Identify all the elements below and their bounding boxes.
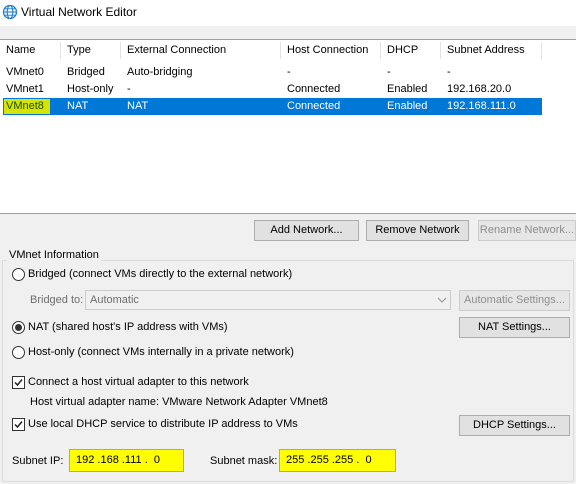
cell-name: VMnet8 bbox=[6, 100, 44, 112]
automatic-settings-button[interactable]: Automatic Settings... bbox=[459, 290, 570, 311]
cell-host: - bbox=[287, 66, 291, 78]
host-only-label: Host-only (connect VMs internally in a p… bbox=[28, 346, 294, 358]
network-globe-icon bbox=[2, 4, 18, 20]
subnet-ip-label: Subnet IP: bbox=[12, 455, 64, 467]
adapter-name-label: Host virtual adapter name: VMware Networ… bbox=[30, 396, 328, 408]
nat-settings-button[interactable]: NAT Settings... bbox=[459, 317, 570, 338]
cell-dhcp: Enabled bbox=[387, 83, 428, 95]
column-header-subnet-address[interactable]: Subnet Address bbox=[441, 40, 541, 61]
bridged-to-label: Bridged to: bbox=[30, 294, 84, 306]
subnet-mask-field[interactable]: 255 .255 .255 . 0 bbox=[279, 449, 396, 472]
rename-network-button[interactable]: Rename Network... bbox=[478, 220, 576, 241]
checkmark-icon bbox=[14, 421, 23, 429]
add-network-button[interactable]: Add Network... bbox=[254, 220, 359, 241]
cell-external: Auto-bridging bbox=[127, 66, 193, 78]
cell-dhcp: Enabled bbox=[387, 100, 428, 112]
cell-type: Host-only bbox=[67, 83, 114, 95]
bridged-label: Bridged (connect VMs directly to the ext… bbox=[28, 268, 293, 280]
title-bar: Virtual Network Editor bbox=[0, 0, 576, 26]
connect-adapter-checkbox[interactable] bbox=[12, 376, 25, 389]
virtual-network-editor-window: Virtual Network Editor Name Type Externa… bbox=[0, 0, 576, 484]
cell-external: NAT bbox=[127, 100, 149, 112]
bridged-radio[interactable] bbox=[12, 268, 25, 281]
dhcp-checkbox[interactable] bbox=[12, 418, 25, 431]
cell-external: - bbox=[127, 83, 131, 95]
cell-dhcp: - bbox=[387, 66, 391, 78]
table-row[interactable]: VMnet1 Host-only - Connected Enabled 192… bbox=[0, 81, 576, 98]
column-header-host-connection[interactable]: Host Connection bbox=[281, 40, 380, 61]
cell-name: VMnet1 bbox=[6, 83, 44, 95]
host-only-radio[interactable] bbox=[12, 346, 25, 359]
column-header-name[interactable]: Name bbox=[0, 40, 60, 61]
dhcp-label: Use local DHCP service to distribute IP … bbox=[28, 418, 298, 430]
network-list-header: Name Type External Connection Host Conne… bbox=[0, 40, 576, 61]
remove-network-button[interactable]: Remove Network bbox=[366, 220, 469, 241]
bridged-to-dropdown[interactable]: Automatic bbox=[85, 290, 451, 310]
cell-host: Connected bbox=[287, 83, 341, 95]
cell-subnet: - bbox=[447, 66, 451, 78]
cell-host: Connected bbox=[287, 100, 341, 112]
vmnet-information-label: VMnet Information bbox=[7, 249, 101, 261]
checkmark-icon bbox=[14, 379, 23, 387]
column-header-external-connection[interactable]: External Connection bbox=[121, 40, 280, 61]
subnet-mask-label: Subnet mask: bbox=[210, 455, 278, 467]
nat-label: NAT (shared host's IP address with VMs) bbox=[28, 321, 228, 333]
network-list[interactable]: Name Type External Connection Host Conne… bbox=[0, 39, 576, 214]
cell-type: Bridged bbox=[67, 66, 105, 78]
dhcp-settings-button[interactable]: DHCP Settings... bbox=[459, 415, 570, 436]
cell-subnet: 192.168.111.0 bbox=[447, 100, 516, 112]
column-header-dhcp[interactable]: DHCP bbox=[381, 40, 440, 61]
nat-radio[interactable] bbox=[12, 321, 25, 334]
subnet-ip-field[interactable]: 192 .168 .111 . 0 bbox=[69, 449, 184, 472]
column-header-type[interactable]: Type bbox=[61, 40, 120, 61]
cell-type: NAT bbox=[67, 100, 89, 112]
table-row-selected[interactable]: VMnet8 NAT NAT Connected Enabled 192.168… bbox=[0, 98, 576, 115]
chevron-down-icon bbox=[437, 297, 447, 303]
connect-adapter-label: Connect a host virtual adapter to this n… bbox=[28, 376, 249, 388]
table-row[interactable]: VMnet0 Bridged Auto-bridging - - - bbox=[0, 64, 576, 81]
cell-subnet: 192.168.20.0 bbox=[447, 83, 512, 95]
window-title: Virtual Network Editor bbox=[21, 5, 137, 19]
bridged-to-value: Automatic bbox=[90, 294, 139, 306]
cell-name: VMnet0 bbox=[6, 66, 44, 78]
